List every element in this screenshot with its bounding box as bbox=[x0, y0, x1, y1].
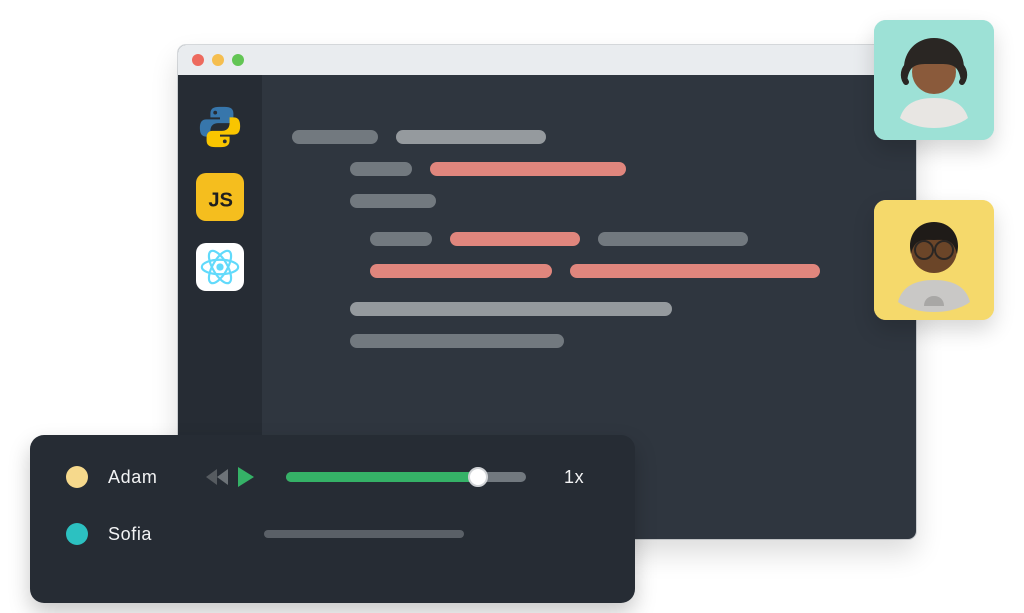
play-icon[interactable] bbox=[236, 465, 256, 489]
python-icon[interactable] bbox=[196, 103, 244, 151]
participant-avatar[interactable] bbox=[874, 200, 994, 320]
playback-row: Adam 1x bbox=[66, 465, 599, 489]
playback-panel: Adam 1x Sofia bbox=[30, 435, 635, 603]
progress-slider[interactable] bbox=[264, 530, 464, 538]
slider-thumb[interactable] bbox=[468, 467, 488, 487]
progress-slider[interactable] bbox=[286, 472, 526, 482]
user-name: Adam bbox=[108, 467, 182, 488]
react-icon[interactable] bbox=[196, 243, 244, 291]
rewind-icon[interactable] bbox=[206, 466, 230, 488]
code-line bbox=[292, 194, 886, 208]
participant-avatar[interactable] bbox=[874, 20, 994, 140]
speed-label[interactable]: 1x bbox=[564, 467, 584, 488]
code-line bbox=[292, 302, 886, 316]
code-line bbox=[292, 264, 886, 278]
minimize-icon[interactable] bbox=[212, 54, 224, 66]
code-line bbox=[292, 334, 886, 348]
playback-row: Sofia bbox=[66, 523, 599, 545]
code-line bbox=[292, 130, 886, 144]
close-icon[interactable] bbox=[192, 54, 204, 66]
zoom-icon[interactable] bbox=[232, 54, 244, 66]
user-color-dot bbox=[66, 466, 88, 488]
javascript-icon[interactable]: JS bbox=[196, 173, 244, 221]
code-line bbox=[292, 162, 886, 176]
titlebar bbox=[178, 45, 916, 75]
code-line bbox=[292, 232, 886, 246]
user-color-dot bbox=[66, 523, 88, 545]
user-name: Sofia bbox=[108, 524, 182, 545]
svg-text:JS: JS bbox=[208, 190, 233, 212]
